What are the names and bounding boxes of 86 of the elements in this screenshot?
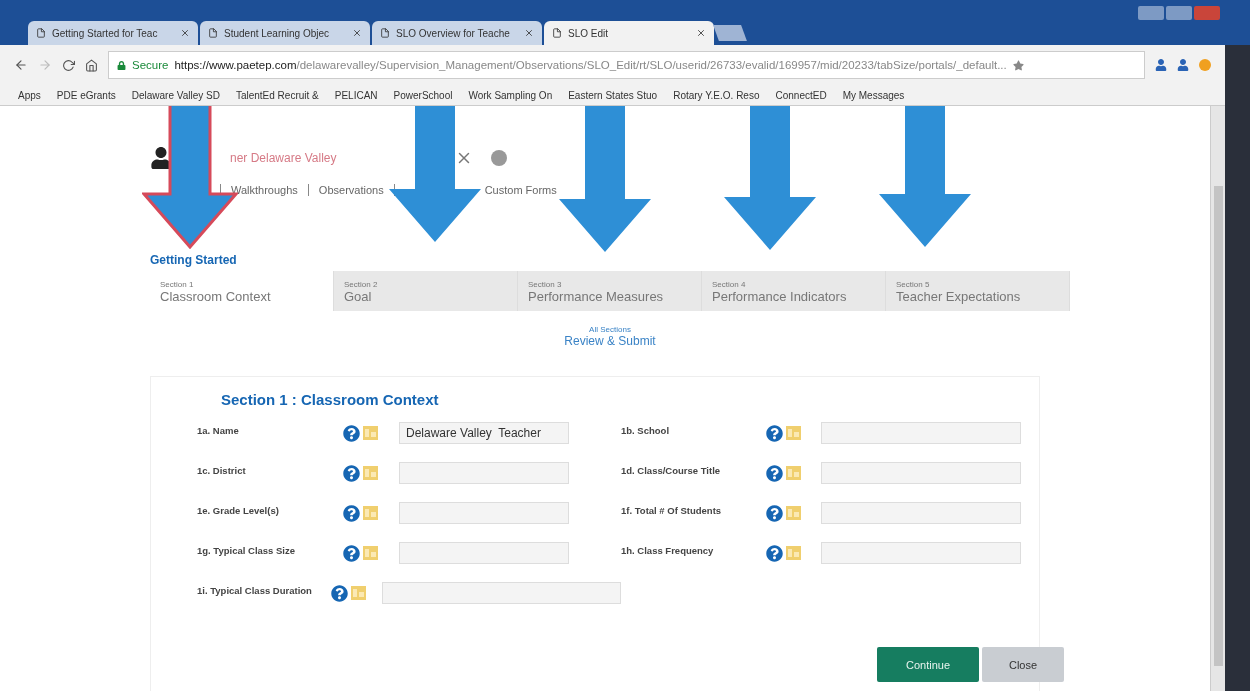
field-label: 1c. District: [197, 464, 247, 476]
continue-button[interactable]: Continue: [877, 647, 979, 682]
secure-label: Secure: [132, 59, 169, 71]
section-tab[interactable]: Section 2 Goal: [334, 271, 518, 311]
url-text: https://www.paetep.com/delawarevalley/Supervision_Management/Observations/SLO_Edit/rt/SLO/userid/26733/evalid/169957/mid/20233/tabSize/portals/_default...: [174, 59, 1007, 71]
steps-title: Getting Started: [150, 253, 238, 267]
field-label: 1g. Typical Class Size: [197, 544, 297, 556]
section-tab[interactable]: Section 4 Performance Indicators: [702, 271, 886, 311]
browser-tab[interactable]: Getting Started for Teac: [28, 21, 198, 45]
page-icon: [208, 28, 218, 38]
close-button[interactable]: [1194, 6, 1220, 20]
bookmark[interactable]: PDE eGrants: [56, 89, 116, 101]
section-tab[interactable]: Section 5 Teacher Expectations: [886, 271, 1070, 311]
help-icon[interactable]: [765, 544, 783, 562]
close-button[interactable]: Close: [982, 647, 1064, 682]
input-field[interactable]: [820, 542, 1021, 564]
input-field[interactable]: [399, 502, 569, 524]
address-bar[interactable]: Secure https://www.paetep.com/delawarevalley/Supervision_Management/Observations/SLO_Edit/rt/SLO/userid/26733/evalid/169957/mid/20233/tabSize/portals/_default...: [108, 51, 1145, 79]
field-label: 1b. School: [621, 424, 671, 436]
example-icon[interactable]: [363, 546, 378, 560]
section-tab[interactable]: Section 3 Performance Measures: [518, 271, 702, 311]
help-icon[interactable]: [343, 424, 360, 442]
extension-icon[interactable]: [1177, 59, 1189, 71]
input-field[interactable]: Delaware Valley Teacher: [399, 422, 569, 444]
nav-link[interactable]: Walkthroughs: [231, 184, 298, 196]
minimize-button[interactable]: [1138, 6, 1164, 20]
close-icon[interactable]: [352, 28, 362, 38]
nav-link[interactable]: Custom Forms: [484, 184, 557, 196]
page-icon: [552, 28, 562, 38]
example-icon[interactable]: [363, 466, 378, 480]
field-label: 1e. Grade Level(s): [197, 504, 280, 516]
bookmark[interactable]: Apps: [18, 89, 41, 101]
help-icon[interactable]: [343, 504, 360, 522]
star-icon[interactable]: [1012, 59, 1024, 71]
field-label: 1d. Class/Course Title: [621, 464, 722, 476]
bookmark[interactable]: Delaware Valley SD: [131, 89, 220, 101]
field-label: 1h. Class Frequency: [621, 544, 715, 556]
help-icon[interactable]: [765, 504, 783, 522]
user-icon: [150, 147, 172, 169]
info-icon[interactable]: [490, 150, 507, 166]
nav-link[interactable]: Observations: [318, 184, 384, 196]
field-label: 1f. Total # Of Students: [621, 504, 723, 516]
close-icon[interactable]: [696, 28, 706, 38]
bookmark[interactable]: Eastern States Stuo: [568, 89, 658, 101]
browser-tab[interactable]: Student Learning Objec: [200, 21, 370, 45]
field-label: 1i. Typical Class Duration: [197, 584, 313, 596]
review-link[interactable]: All Sections Review & Submit: [150, 325, 1070, 348]
help-icon[interactable]: [765, 464, 783, 482]
browser-tab[interactable]: SLO Overview for Teache: [372, 21, 542, 45]
input-field[interactable]: [820, 422, 1021, 444]
home-icon[interactable]: [85, 58, 98, 72]
bookmark[interactable]: Rotary Y.E.O. Reso: [673, 89, 760, 101]
reload-icon[interactable]: [62, 58, 75, 72]
help-icon[interactable]: [330, 584, 348, 602]
bookmark[interactable]: TalentEd Recruit &: [235, 89, 319, 101]
example-icon[interactable]: [363, 426, 378, 440]
help-icon[interactable]: [765, 424, 783, 442]
back-icon[interactable]: [14, 58, 28, 72]
input-field[interactable]: [399, 542, 569, 564]
lock-icon: [117, 60, 126, 70]
maximize-button[interactable]: [1166, 6, 1192, 20]
user-name: ner Delaware Valley: [230, 151, 337, 165]
forward-icon[interactable]: [38, 58, 52, 72]
bookmark[interactable]: PELICAN: [334, 89, 378, 101]
bookmark[interactable]: Work Sampling On: [468, 89, 553, 101]
field-label: 1a. Name: [197, 424, 240, 436]
input-field[interactable]: [381, 582, 621, 604]
bookmark[interactable]: ConnectED: [775, 89, 827, 101]
page-icon: [380, 28, 390, 38]
bookmark[interactable]: PowerSchool: [393, 89, 453, 101]
page-icon: [36, 28, 46, 38]
close-icon[interactable]: [180, 28, 190, 38]
browser-tab[interactable]: SLO Edit: [544, 21, 714, 45]
new-tab-button[interactable]: [713, 25, 747, 41]
form-title: Section 1 : Classroom Context: [221, 391, 440, 408]
example-icon[interactable]: [363, 506, 378, 520]
extension-icon[interactable]: [1155, 59, 1167, 71]
input-field[interactable]: [820, 462, 1021, 484]
input-field[interactable]: [820, 502, 1021, 524]
scrollbar[interactable]: [1213, 186, 1223, 666]
input-field[interactable]: [399, 462, 569, 484]
bookmark[interactable]: My Messages: [842, 89, 905, 101]
help-icon[interactable]: [343, 464, 360, 482]
profile-icon[interactable]: [1199, 59, 1211, 71]
help-icon[interactable]: [343, 544, 360, 562]
close-icon[interactable]: [524, 28, 534, 38]
